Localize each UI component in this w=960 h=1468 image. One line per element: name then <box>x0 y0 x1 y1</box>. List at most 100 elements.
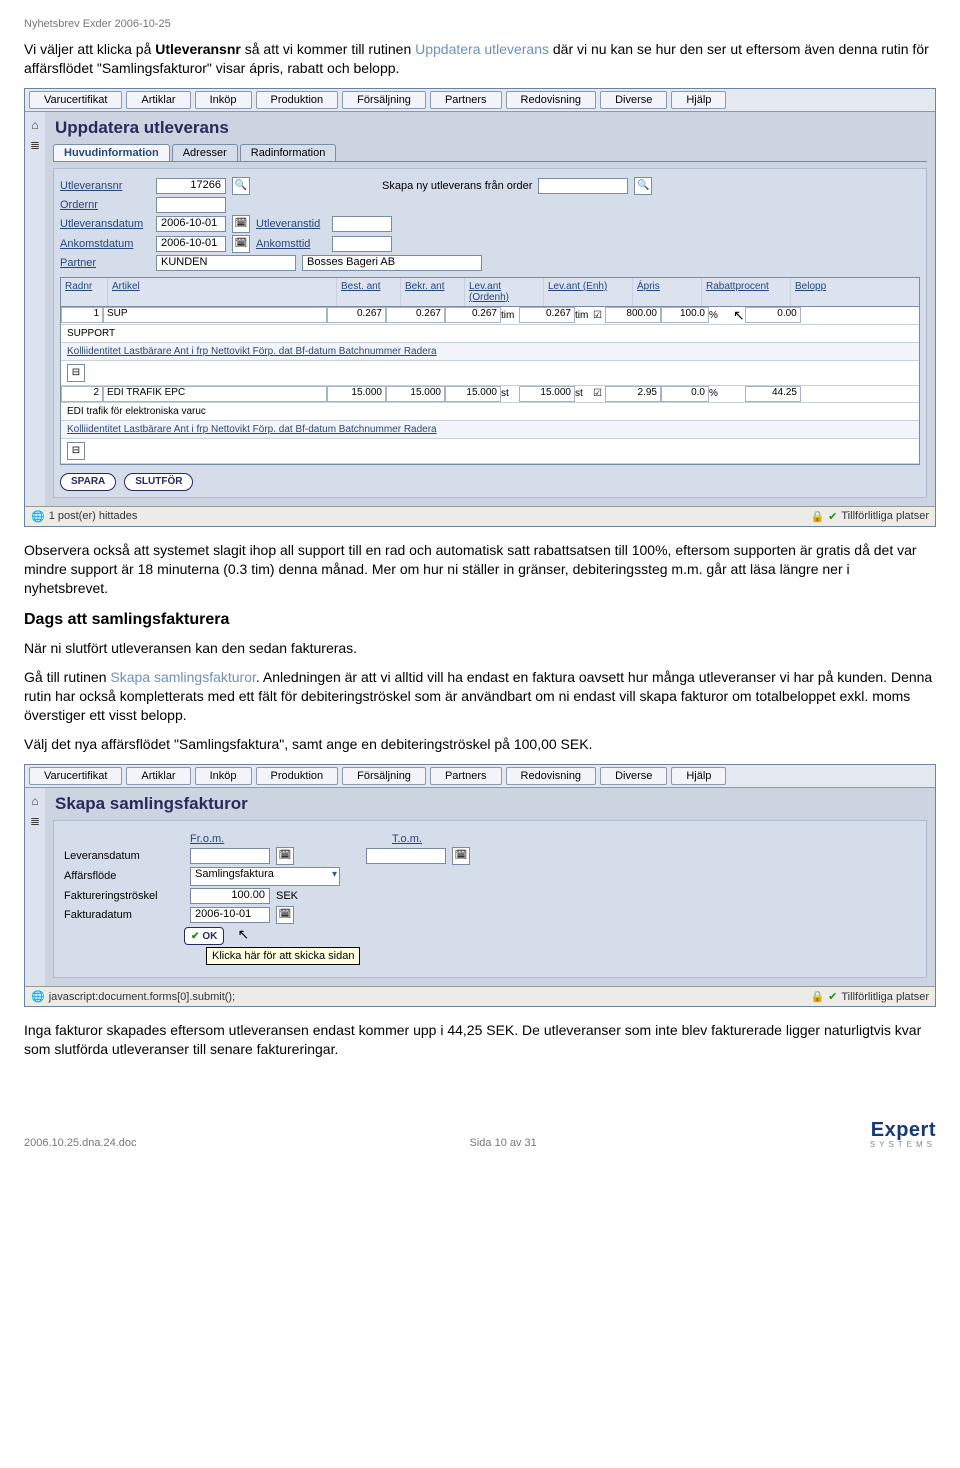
list-icon[interactable]: ≣ <box>30 138 40 152</box>
menu-item[interactable]: Hjälp <box>671 767 726 785</box>
menu-item[interactable]: Varucertifikat <box>29 91 122 109</box>
ok-label: OK <box>202 931 217 942</box>
cell-radnr[interactable]: 1 <box>61 307 103 323</box>
check-icon: ✔ <box>828 990 837 1003</box>
menu-item[interactable]: Inköp <box>195 767 252 785</box>
menu-item[interactable]: Diverse <box>600 91 667 109</box>
main-menu: Varucertifikat Artiklar Inköp Produktion… <box>25 765 935 788</box>
label-ankomsttid: Ankomsttid <box>256 238 326 250</box>
input-skapa-ny-order[interactable] <box>538 178 628 194</box>
input-utleveransnr[interactable]: 17266 <box>156 178 226 194</box>
tooltip: Klicka här för att skicka sidan <box>206 947 360 965</box>
cell-bekr[interactable]: 15.000 <box>386 386 445 402</box>
screenshot-uppdatera-utleverans: Varucertifikat Artiklar Inköp Produktion… <box>24 88 936 527</box>
lookup-icon[interactable]: 🔍 <box>634 177 652 195</box>
home-icon[interactable]: ⌂ <box>31 118 38 132</box>
cell-levo[interactable]: 15.000 <box>445 386 501 402</box>
screenshot-skapa-samlingsfakturor: Varucertifikat Artiklar Inköp Produktion… <box>24 764 936 1008</box>
form-area: Fr.o.m. T.o.m. Leveransdatum 🗓 🗓 Affärsf… <box>53 820 927 979</box>
calendar-icon[interactable]: 🗓 <box>232 215 250 233</box>
list-icon[interactable]: ≣ <box>30 814 40 828</box>
input-faktureringstroskel[interactable]: 100.00 <box>190 888 270 904</box>
spara-button[interactable]: SPARA <box>60 473 116 491</box>
cell-best[interactable]: 15.000 <box>327 386 386 402</box>
cell-artikel[interactable]: EDI TRAFIK EPC <box>103 386 327 402</box>
calendar-icon[interactable]: 🗓 <box>276 906 294 924</box>
subheader: Kolliidentitet Lastbärare Ant i frp Nett… <box>61 343 919 361</box>
cell-artikel[interactable]: SUP <box>103 307 327 323</box>
slutfor-button[interactable]: SLUTFÖR <box>124 473 193 491</box>
paragraph-4: Gå till rutinen Skapa samlingsfakturor. … <box>24 668 936 725</box>
status-text: 1 post(er) hittades <box>49 510 138 522</box>
menu-item[interactable]: Redovisning <box>506 767 597 785</box>
menu-item[interactable]: Diverse <box>600 767 667 785</box>
col-artikel: Artikel <box>108 278 337 306</box>
cell-bekr[interactable]: 0.267 <box>386 307 445 323</box>
cell-levo[interactable]: 0.267 <box>445 307 501 323</box>
menu-item[interactable]: Produktion <box>256 91 339 109</box>
menu-item[interactable]: Partners <box>430 767 502 785</box>
cell-belopp[interactable]: 44.25 <box>745 386 801 402</box>
cell-belopp[interactable]: 0.00 <box>745 307 801 323</box>
expand-icon[interactable]: ⊟ <box>67 364 85 382</box>
footer-pagenum: Sida 10 av 31 <box>470 1137 537 1149</box>
input-ordernr[interactable] <box>156 197 226 213</box>
cell-best[interactable]: 0.267 <box>327 307 386 323</box>
input-partner-code[interactable]: KUNDEN <box>156 255 296 271</box>
label-leveransdatum: Leveransdatum <box>64 850 184 862</box>
menu-item[interactable]: Försäljning <box>342 91 426 109</box>
input-partner-name[interactable]: Bosses Bageri AB <box>302 255 482 271</box>
col-belopp: Belopp <box>791 278 859 306</box>
calendar-icon[interactable]: 🗓 <box>452 847 470 865</box>
col-bekr: Bekr. ant <box>401 278 465 306</box>
menu-item[interactable]: Redovisning <box>506 91 597 109</box>
grid-row: 1 SUP 0.267 0.267 0.267 tim 0.267 tim ☑ … <box>61 307 919 325</box>
expand-icon[interactable]: ⊟ <box>67 442 85 460</box>
ok-button[interactable]: ✔OK <box>184 927 224 945</box>
zone-text: Tillförlitliga platser <box>841 510 929 522</box>
unit: tim <box>501 310 519 321</box>
menu-item[interactable]: Artiklar <box>126 767 190 785</box>
input-leveransdatum-from[interactable] <box>190 848 270 864</box>
menu-item[interactable]: Produktion <box>256 767 339 785</box>
input-leveransdatum-tom[interactable] <box>366 848 446 864</box>
cell-leve[interactable]: 0.267 <box>519 307 575 323</box>
lookup-icon[interactable]: 🔍 <box>232 177 250 195</box>
calendar-icon[interactable]: 🗓 <box>276 847 294 865</box>
tab-huvudinformation[interactable]: Huvudinformation <box>53 144 170 161</box>
cell-radnr[interactable]: 2 <box>61 386 103 402</box>
menu-item[interactable]: Varucertifikat <box>29 767 122 785</box>
input-fakturadatum[interactable]: 2006-10-01 <box>190 907 270 923</box>
checkbox-icon[interactable]: ☑ <box>593 310 605 321</box>
tab-adresser[interactable]: Adresser <box>172 144 238 161</box>
select-affarsflode[interactable]: Samlingsfaktura <box>190 867 340 886</box>
menu-item[interactable]: Partners <box>430 91 502 109</box>
col-radnr: Radnr <box>61 278 108 306</box>
menu-item[interactable]: Artiklar <box>126 91 190 109</box>
tab-radinformation[interactable]: Radinformation <box>240 144 337 161</box>
menu-item[interactable]: Försäljning <box>342 767 426 785</box>
cell-apris[interactable]: 2.95 <box>605 386 661 402</box>
main-menu: Varucertifikat Artiklar Inköp Produktion… <box>25 89 935 112</box>
input-ankomstdatum[interactable]: 2006-10-01 <box>156 236 226 252</box>
status-bar: 🌐javascript:document.forms[0].submit(); … <box>25 986 935 1006</box>
calendar-icon[interactable]: 🗓 <box>232 235 250 253</box>
home-icon[interactable]: ⌂ <box>31 794 38 808</box>
cell-rabatt[interactable]: 0.0 <box>661 386 709 402</box>
col-rabatt: Rabattprocent <box>702 278 791 306</box>
col-best: Best. ant <box>337 278 401 306</box>
check-icon: ✔ <box>191 931 199 942</box>
unit: tim <box>575 310 593 321</box>
menu-item[interactable]: Inköp <box>195 91 252 109</box>
input-ankomsttid[interactable] <box>332 236 392 252</box>
checkbox-icon[interactable]: ☑ <box>593 388 605 399</box>
input-utleveransdatum[interactable]: 2006-10-01 <box>156 216 226 232</box>
text: Vi väljer att klicka på <box>24 41 155 57</box>
input-utleveranstid[interactable] <box>332 216 392 232</box>
left-toolbar: ⌂ ≣ <box>25 112 45 506</box>
unit: st <box>575 388 593 399</box>
cell-apris[interactable]: 800.00 <box>605 307 661 323</box>
cell-rabatt[interactable]: 100.0 <box>661 307 709 323</box>
menu-item[interactable]: Hjälp <box>671 91 726 109</box>
cell-leve[interactable]: 15.000 <box>519 386 575 402</box>
